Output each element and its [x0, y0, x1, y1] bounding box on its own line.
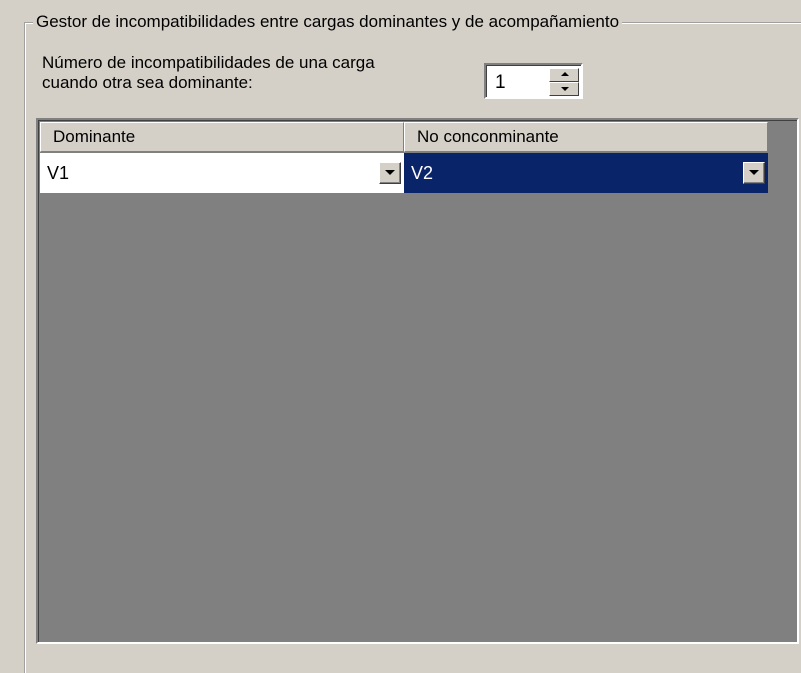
triangle-down-icon — [561, 87, 569, 91]
incompatibility-grid[interactable]: Dominante No conconminante V1 V2 — [36, 118, 799, 644]
grid-header-row: Dominante No conconminante — [40, 122, 768, 152]
cell-no-concomitante-value: V2 — [411, 163, 434, 183]
chevron-down-icon — [385, 170, 395, 175]
column-header-no-concomitante[interactable]: No conconminante — [404, 122, 768, 152]
cell-no-concomitante[interactable]: V2 — [404, 153, 768, 193]
spinner-field: 1 — [486, 65, 581, 97]
spinner-up-button[interactable] — [549, 68, 579, 82]
incompatibility-count-spinner[interactable]: 1 — [484, 63, 583, 99]
dominante-dropdown-button[interactable] — [379, 162, 401, 184]
chevron-down-icon — [749, 170, 759, 175]
cell-dominante-value: V1 — [47, 163, 70, 183]
no-concomitante-dropdown-button[interactable] — [743, 162, 765, 184]
dialog-panel: Gestor de incompatibilidades entre carga… — [0, 0, 801, 673]
grid-body: Dominante No conconminante V1 V2 — [38, 120, 797, 642]
column-header-dominante[interactable]: Dominante — [40, 122, 404, 152]
cell-dominante[interactable]: V1 — [40, 153, 404, 193]
triangle-up-icon — [561, 72, 569, 76]
incompatibility-count-label: Número de incompatibilidades de una carg… — [42, 53, 375, 93]
groupbox-title: Gestor de incompatibilidades entre carga… — [33, 11, 623, 33]
count-label-line1: Número de incompatibilidades de una carg… — [42, 53, 375, 72]
spinner-down-button[interactable] — [549, 82, 579, 96]
count-label-line2: cuando otra sea dominante: — [42, 73, 253, 92]
spinner-value[interactable]: 1 — [495, 71, 506, 95]
table-row[interactable]: V1 V2 — [40, 153, 768, 193]
